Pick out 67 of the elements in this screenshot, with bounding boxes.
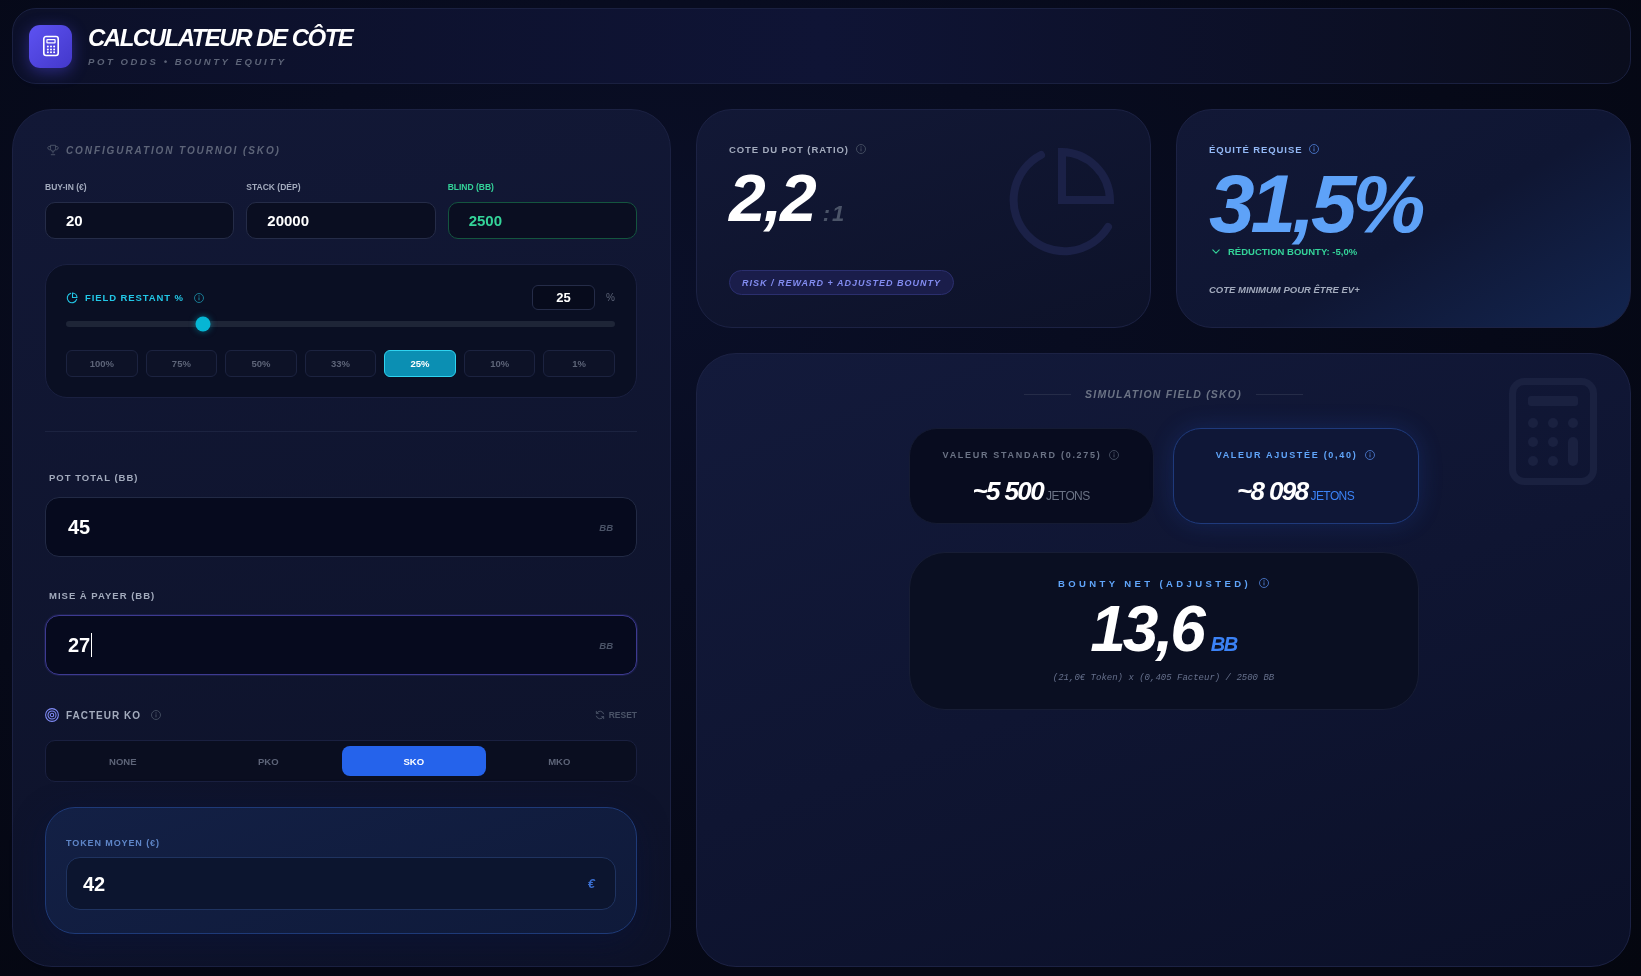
preset-button[interactable]: 1%: [543, 350, 615, 377]
unit-label: BB: [599, 639, 613, 651]
card-label: VALEUR STANDARD (0.275): [942, 450, 1102, 460]
card-label: COTE DU POT (RATIO): [729, 143, 849, 155]
target-icon: [45, 708, 59, 722]
ratio-suffix: :1: [822, 201, 847, 227]
section-title: SIMULATION FIELD (SKO): [1085, 388, 1242, 400]
chip-value: ~5 500: [972, 476, 1044, 506]
formula-text: (21,0€ Token) x (0,405 Facteur) / 2500 BB: [1052, 673, 1275, 683]
unit-label: %: [606, 292, 615, 303]
info-icon: [1365, 450, 1376, 460]
pie-chart-icon: [66, 291, 78, 304]
field-label: STACK (DÉP): [246, 181, 302, 193]
bet-to-call-field[interactable]: 27 BB: [45, 615, 637, 675]
preset-button[interactable]: 100%: [66, 350, 138, 377]
preset-button[interactable]: 33%: [304, 350, 377, 377]
field-remaining-label: FIELD RESTANT %: [85, 292, 184, 303]
risk-reward-badge: RISK / REWARD + ADJUSTED BOUNTY: [729, 270, 954, 295]
percent-field[interactable]: 25: [532, 285, 596, 310]
bounty-value: 13,6: [1090, 597, 1203, 661]
field-label: BUY-IN (€): [45, 181, 88, 193]
preset-button[interactable]: 75%: [145, 350, 218, 377]
unit-label: BB: [599, 521, 613, 533]
chip-value: ~8 098: [1236, 476, 1308, 506]
pot-total-field[interactable]: 45 BB: [45, 497, 637, 557]
card-label: ÉQUITÉ REQUISE: [1209, 143, 1303, 155]
ko-type-tab[interactable]: SKO: [342, 746, 486, 776]
info-icon: [1109, 450, 1120, 460]
preset-button[interactable]: 25%: [384, 350, 456, 377]
unit-label: BB: [1210, 633, 1237, 656]
field-label: MISE À PAYER (BB): [48, 590, 156, 602]
section-title: CONFIGURATION TOURNOI (SKO): [66, 144, 281, 156]
refresh-icon: [594, 710, 605, 720]
field-label: BLIND (BB): [447, 181, 495, 193]
trophy-icon: [47, 144, 59, 156]
equity-value: 31,5%: [1209, 163, 1422, 245]
info-icon: [1309, 144, 1320, 154]
reset-button[interactable]: RESET: [594, 710, 637, 720]
equity-note: COTE MINIMUM POUR ÊTRE EV+: [1209, 284, 1360, 295]
preset-button[interactable]: 50%: [225, 350, 297, 377]
unit-label: JETONS: [1046, 489, 1090, 503]
slider-thumb[interactable]: [195, 316, 211, 332]
unit-label: €: [587, 876, 595, 891]
field-label: POT TOTAL (BB): [48, 472, 139, 484]
info-icon: [193, 292, 204, 303]
calculator-icon: [29, 24, 72, 68]
card-label: VALEUR AJUSTÉE (0,40): [1215, 450, 1358, 460]
chevron-down-icon: [1212, 249, 1220, 254]
token-field[interactable]: 42 €: [66, 857, 616, 910]
ko-type-tab[interactable]: PKO: [196, 746, 340, 776]
app-title: CALCULATEUR DE CÔTE: [88, 25, 353, 50]
preset-button[interactable]: 10%: [463, 350, 536, 377]
info-icon: [151, 710, 161, 720]
ratio-value: 2,2: [729, 165, 815, 231]
app-subtitle: POT ODDS • BOUNTY EQUITY: [88, 56, 288, 67]
field-label: TOKEN MOYEN (€): [66, 837, 160, 849]
ko-type-tab[interactable]: MKO: [487, 746, 631, 776]
number-field[interactable]: 20000: [246, 202, 436, 239]
bounty-reduction: RÉDUCTION BOUNTY: -5,0%: [1228, 246, 1358, 257]
card-label: BOUNTY NET (ADJUSTED): [1057, 577, 1252, 589]
ko-factor-label: FACTEUR KO: [66, 709, 141, 721]
info-icon: [1259, 578, 1270, 588]
ko-type-tab[interactable]: NONE: [51, 746, 195, 776]
info-icon: [855, 144, 866, 154]
unit-label: JETONS: [1310, 489, 1355, 503]
number-field[interactable]: 20: [45, 202, 235, 239]
number-field[interactable]: 2500: [447, 202, 637, 239]
